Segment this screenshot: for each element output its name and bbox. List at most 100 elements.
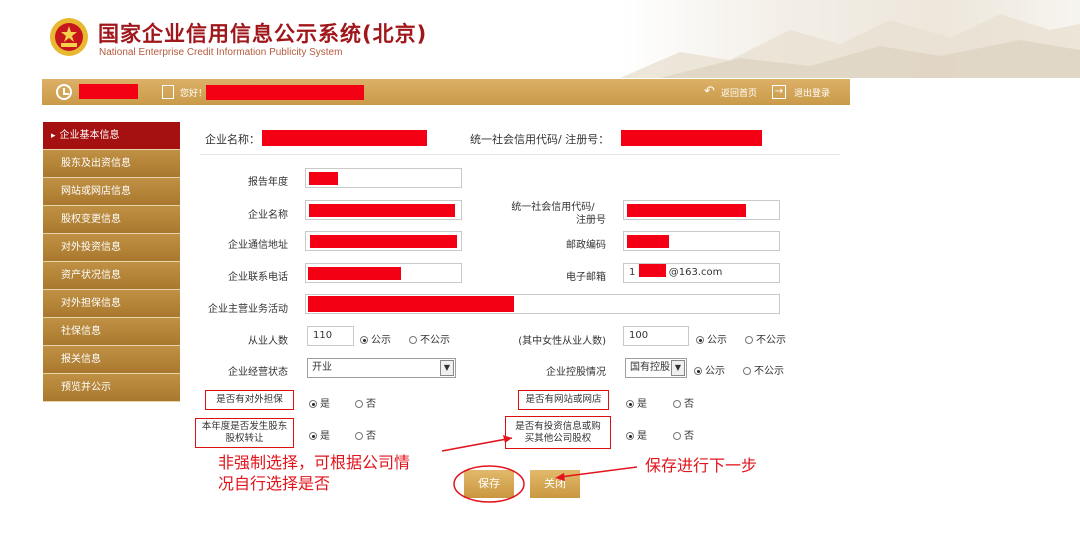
- annotation-save-next: 保存进行下一步: [645, 456, 758, 475]
- radio-label: 公示: [371, 335, 391, 346]
- redacted-company-name-field: [309, 204, 455, 217]
- female-employees-label: (其中女性从业人数): [518, 336, 606, 347]
- radio-icon: [673, 400, 681, 408]
- investment-label-line2: 买其他公司股权: [524, 432, 592, 444]
- female-employees-field[interactable]: 100: [623, 326, 689, 346]
- website-label: 是否有网站或网店: [518, 390, 609, 410]
- investment-no-radio[interactable]: 否: [673, 427, 694, 442]
- sidebar-item-assets[interactable]: 资产状况信息: [43, 262, 180, 290]
- investment-yes-radio[interactable]: 是: [626, 427, 647, 442]
- mountain-banner: [620, 0, 1080, 78]
- postcode-field[interactable]: [623, 231, 780, 251]
- redacted-time: [79, 84, 138, 99]
- status-select[interactable]: 开业 ▼: [307, 358, 456, 378]
- summary-credit-code-label: 统一社会信用代码/ 注册号：: [470, 133, 610, 146]
- holding-public-radio[interactable]: 公示: [694, 362, 725, 377]
- status-label: 企业经营状态: [228, 367, 288, 378]
- sidebar-item-guarantee[interactable]: 对外担保信息: [43, 290, 180, 318]
- clock-icon: [56, 84, 72, 100]
- report-year-label: 报告年度: [248, 177, 288, 188]
- guarantee-no-radio[interactable]: 否: [355, 395, 376, 410]
- save-button[interactable]: 保存: [464, 470, 514, 498]
- greeting-label: 您好！: [180, 89, 208, 99]
- divider: [200, 154, 840, 155]
- credit-code-field[interactable]: [623, 200, 780, 220]
- email-domain: @163.com: [668, 267, 723, 278]
- radio-icon: [409, 336, 417, 344]
- redacted-report-year: [309, 172, 338, 185]
- holding-value: 国有控股: [630, 362, 670, 373]
- main-business-field[interactable]: [305, 294, 780, 314]
- radio-selected-icon: [309, 432, 317, 440]
- investment-label: 是否有投资信息或购 买其他公司股权: [505, 416, 611, 449]
- holding-not-public-radio[interactable]: 不公示: [743, 362, 784, 377]
- investment-label-line1: 是否有投资信息或购: [515, 420, 601, 432]
- equity-transfer-no-radio[interactable]: 否: [355, 427, 376, 442]
- site-subtitle: National Enterprise Credit Information P…: [99, 47, 343, 58]
- sidebar-item-preview-publish[interactable]: 预览并公示: [43, 374, 180, 402]
- email-field[interactable]: 1 @163.com: [623, 263, 780, 283]
- return-icon[interactable]: ↶: [704, 84, 715, 100]
- sidebar-item-basic-info[interactable]: 企业基本信息: [43, 122, 180, 150]
- equity-transfer-label-line2: 股权转让: [225, 433, 264, 444]
- redacted-credit-code-field: [627, 204, 746, 217]
- sidebar-item-investment[interactable]: 对外投资信息: [43, 234, 180, 262]
- site-header: 国家企业信用信息公示系统(北京) National Enterprise Cre…: [0, 0, 1080, 78]
- arrow-to-investment: [441, 437, 513, 452]
- email-prefix: 1: [629, 267, 636, 278]
- employees-label: 从业人数: [248, 336, 288, 347]
- radio-label: 不公示: [420, 335, 450, 346]
- chevron-down-icon: ▼: [440, 360, 454, 376]
- radio-selected-icon: [360, 336, 368, 344]
- logout-link[interactable]: 退出登录: [794, 86, 830, 99]
- employees-field[interactable]: 110: [307, 326, 354, 346]
- company-name-field[interactable]: [305, 200, 462, 220]
- radio-label: 是: [320, 399, 330, 410]
- radio-icon: [673, 432, 681, 440]
- radio-selected-icon: [696, 336, 704, 344]
- employees-not-public-radio[interactable]: 不公示: [409, 331, 450, 346]
- website-yes-radio[interactable]: 是: [626, 395, 647, 410]
- redacted-company-name: [262, 130, 427, 146]
- main-business-label: 企业主营业务活动: [208, 304, 288, 315]
- national-emblem-icon: [50, 18, 88, 56]
- user-icon: [162, 85, 174, 99]
- status-value: 开业: [312, 362, 332, 373]
- radio-label: 公示: [705, 366, 725, 377]
- sidebar-item-shareholders[interactable]: 股东及出资信息: [43, 150, 180, 178]
- sidebar-item-social-security[interactable]: 社保信息: [43, 318, 180, 346]
- equity-transfer-yes-radio[interactable]: 是: [309, 427, 330, 442]
- radio-label: 否: [366, 431, 376, 442]
- site-title: 国家企业信用信息公示系统(北京): [98, 22, 428, 46]
- email-label: 电子邮箱: [566, 272, 606, 283]
- redacted-username: [206, 85, 364, 100]
- back-home-link[interactable]: 返回首页: [721, 86, 757, 99]
- radio-icon: [745, 336, 753, 344]
- address-label: 企业通信地址: [228, 240, 288, 251]
- close-button[interactable]: 关闭: [530, 470, 580, 498]
- holding-select[interactable]: 国有控股 ▼: [625, 358, 687, 378]
- redacted-phone: [308, 267, 401, 280]
- radio-label: 不公示: [754, 366, 784, 377]
- radio-selected-icon: [694, 367, 702, 375]
- employees-public-radio[interactable]: 公示: [360, 331, 391, 346]
- sidebar-item-websites[interactable]: 网站或网店信息: [43, 178, 180, 206]
- radio-label: 否: [366, 399, 376, 410]
- credit-code-label-line2: 注册号: [576, 215, 606, 226]
- website-no-radio[interactable]: 否: [673, 395, 694, 410]
- report-year-field[interactable]: [305, 168, 462, 188]
- logout-icon[interactable]: →: [772, 85, 786, 99]
- annotation-optional-line2: 况自行选择是否: [218, 474, 331, 493]
- female-not-public-radio[interactable]: 不公示: [745, 331, 786, 346]
- guarantee-yes-radio[interactable]: 是: [309, 395, 330, 410]
- phone-label: 企业联系电话: [228, 272, 288, 283]
- phone-field[interactable]: [305, 263, 462, 283]
- sidebar-item-equity-change[interactable]: 股权变更信息: [43, 206, 180, 234]
- address-field[interactable]: [305, 231, 462, 251]
- sidebar-item-customs[interactable]: 报关信息: [43, 346, 180, 374]
- redacted-email: [638, 264, 666, 277]
- radio-icon: [743, 367, 751, 375]
- redacted-main-business: [308, 296, 514, 312]
- radio-label: 否: [684, 431, 694, 442]
- female-public-radio[interactable]: 公示: [696, 331, 727, 346]
